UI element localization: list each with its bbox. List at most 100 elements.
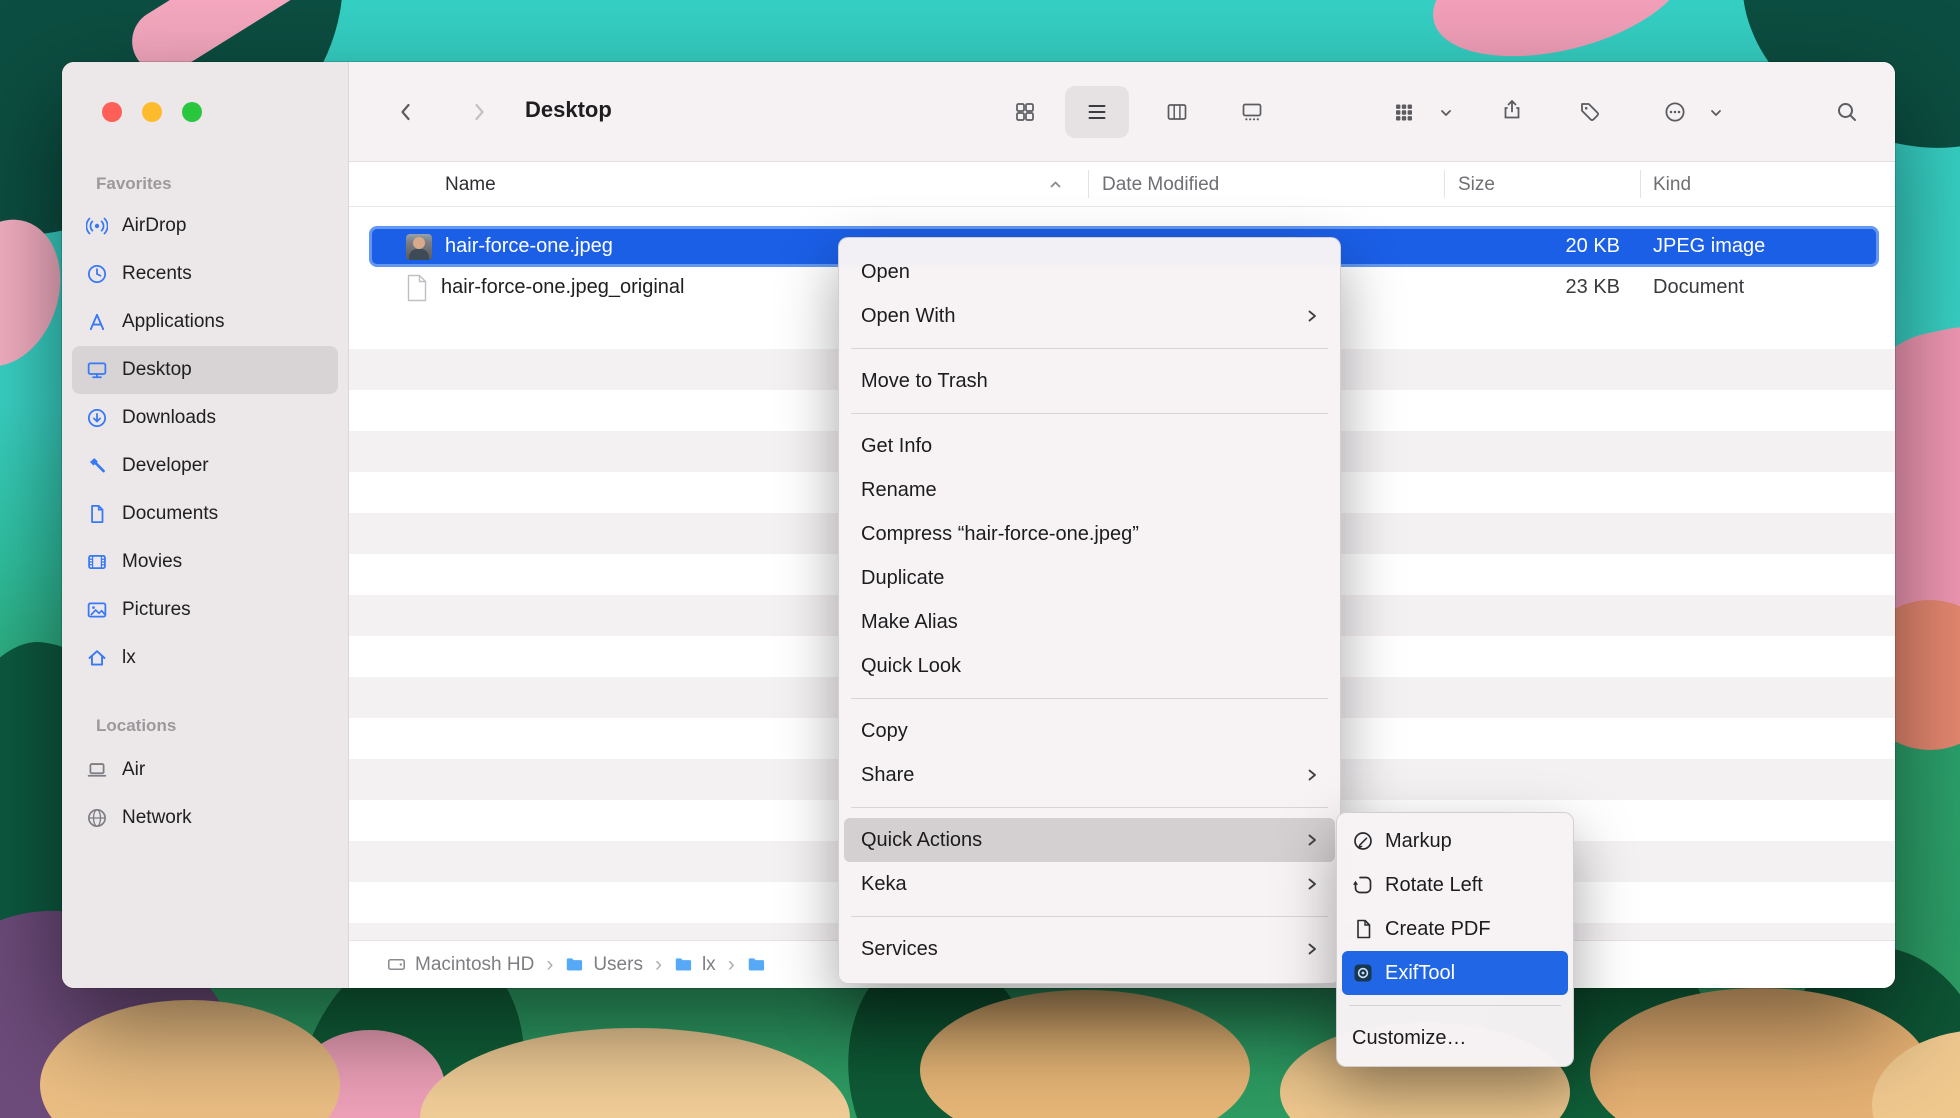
sidebar-item-airdrop[interactable]: AirDrop xyxy=(72,202,338,250)
gallery-view-button[interactable] xyxy=(1240,100,1264,124)
menu-item-share[interactable]: Share xyxy=(844,753,1335,797)
menu-separator xyxy=(851,807,1328,808)
zoom-button[interactable] xyxy=(182,102,202,122)
menu-item-copy[interactable]: Copy xyxy=(844,709,1335,753)
column-divider[interactable] xyxy=(1088,170,1089,198)
menu-item-open-with[interactable]: Open With xyxy=(844,294,1335,338)
menu-item-label: Duplicate xyxy=(861,567,944,590)
menu-item-quick-look[interactable]: Quick Look xyxy=(844,644,1335,688)
exiftool-icon xyxy=(1352,962,1374,984)
menu-item-duplicate[interactable]: Duplicate xyxy=(844,556,1335,600)
sidebar-item-label: lx xyxy=(122,647,136,669)
sidebar-item-lx[interactable]: lx xyxy=(72,634,338,682)
pathbar-separator: › xyxy=(653,954,664,975)
submenu-item-exiftool[interactable]: ExifTool xyxy=(1342,951,1568,995)
sidebar-item-recents[interactable]: Recents xyxy=(72,250,338,298)
jpeg-thumbnail xyxy=(406,234,432,260)
sidebar-item-documents[interactable]: Documents xyxy=(72,490,338,538)
close-button[interactable] xyxy=(102,102,122,122)
submenu-item-create-pdf[interactable]: Create PDF xyxy=(1342,907,1568,951)
submenu-item-label: Markup xyxy=(1385,830,1452,853)
menu-separator xyxy=(851,916,1328,917)
more-options-button[interactable] xyxy=(1663,100,1687,124)
pathbar-item-lx[interactable]: lx xyxy=(674,954,716,976)
pathbar-item-macintosh-hd[interactable]: Macintosh HD xyxy=(387,954,534,976)
group-by-button[interactable] xyxy=(1392,100,1416,124)
globe-icon xyxy=(86,807,108,829)
pathbar-separator: › xyxy=(544,954,555,975)
sidebar-item-developer[interactable]: Developer xyxy=(72,442,338,490)
file-size: 23 KB xyxy=(1444,267,1620,308)
menu-item-compress[interactable]: Compress “hair-force-one.jpeg” xyxy=(844,512,1335,556)
file-kind: Document xyxy=(1653,267,1744,308)
tag-button[interactable] xyxy=(1578,100,1602,124)
file-kind: JPEG image xyxy=(1653,226,1765,267)
minimize-button[interactable] xyxy=(142,102,162,122)
file-name: hair-force-one.jpeg xyxy=(445,235,613,258)
menu-item-quick-actions[interactable]: Quick Actions xyxy=(844,818,1335,862)
window-title: Desktop xyxy=(525,97,612,123)
sidebar-item-movies[interactable]: Movies xyxy=(72,538,338,586)
sort-ascending-icon xyxy=(1049,178,1062,191)
chevron-right-icon xyxy=(1305,942,1319,956)
submenu-item-rotate-left[interactable]: Rotate Left xyxy=(1342,863,1568,907)
menu-item-get-info[interactable]: Get Info xyxy=(844,424,1335,468)
icon-view-button[interactable] xyxy=(1013,100,1037,124)
menu-item-make-alias[interactable]: Make Alias xyxy=(844,600,1335,644)
submenu-item-label: Rotate Left xyxy=(1385,874,1483,897)
menu-item-rename[interactable]: Rename xyxy=(844,468,1335,512)
search-button[interactable] xyxy=(1835,100,1859,124)
pathbar-separator: › xyxy=(726,954,737,975)
pathbar-item-users[interactable]: Users xyxy=(565,954,643,976)
column-header-date-modified[interactable]: Date Modified xyxy=(1102,162,1219,207)
desktop-icon xyxy=(86,359,108,381)
clock-icon xyxy=(86,263,108,285)
submenu-item-label: ExifTool xyxy=(1385,962,1455,985)
menu-item-open[interactable]: Open xyxy=(844,250,1335,294)
menu-item-label: Services xyxy=(861,938,938,961)
context-menu: Open Open With Move to Trash Get Info Re… xyxy=(838,237,1341,984)
column-header-kind[interactable]: Kind xyxy=(1653,162,1691,207)
sidebar-item-pictures[interactable]: Pictures xyxy=(72,586,338,634)
column-divider[interactable] xyxy=(1640,170,1641,198)
menu-separator xyxy=(851,348,1328,349)
menu-item-label: Quick Actions xyxy=(861,829,982,852)
column-divider[interactable] xyxy=(1444,170,1445,198)
menu-item-services[interactable]: Services xyxy=(844,927,1335,971)
file-name-cell: hair-force-one.jpeg xyxy=(406,226,613,267)
sidebar-item-label: Developer xyxy=(122,455,209,477)
share-button[interactable] xyxy=(1500,98,1524,122)
sidebar-item-label: Air xyxy=(122,759,145,781)
sidebar-item-network[interactable]: Network xyxy=(72,794,338,842)
submenu-item-markup[interactable]: Markup xyxy=(1342,819,1568,863)
airdrop-icon xyxy=(86,215,108,237)
menu-item-keka[interactable]: Keka xyxy=(844,862,1335,906)
sidebar-item-label: Network xyxy=(122,807,192,829)
sidebar-item-applications[interactable]: Applications xyxy=(72,298,338,346)
column-header-name[interactable]: Name xyxy=(445,162,496,207)
film-icon xyxy=(86,551,108,573)
pathbar-item-partial[interactable] xyxy=(747,955,766,974)
column-header-size[interactable]: Size xyxy=(1458,162,1495,207)
menu-item-label: Make Alias xyxy=(861,611,958,634)
chevron-down-icon xyxy=(1708,105,1724,121)
back-button[interactable] xyxy=(394,100,418,124)
menu-item-label: Copy xyxy=(861,720,908,743)
applications-icon xyxy=(86,311,108,333)
list-view-button[interactable] xyxy=(1085,100,1109,124)
sidebar-item-label: Recents xyxy=(122,263,192,285)
submenu-item-customize[interactable]: Customize… xyxy=(1342,1016,1568,1060)
sidebar-item-desktop[interactable]: Desktop xyxy=(72,346,338,394)
menu-item-label: Quick Look xyxy=(861,655,961,678)
sidebar-item-downloads[interactable]: Downloads xyxy=(72,394,338,442)
menu-item-move-to-trash[interactable]: Move to Trash xyxy=(844,359,1335,403)
column-view-button[interactable] xyxy=(1165,100,1189,124)
sidebar-item-air[interactable]: Air xyxy=(72,746,338,794)
menu-item-label: Keka xyxy=(861,873,907,896)
submenu-item-label: Create PDF xyxy=(1385,918,1491,941)
menu-separator xyxy=(851,698,1328,699)
chevron-down-icon xyxy=(1438,105,1454,121)
sidebar-section-favorites: Favorites xyxy=(96,174,172,194)
chevron-right-icon xyxy=(1305,833,1319,847)
forward-button[interactable] xyxy=(467,100,491,124)
